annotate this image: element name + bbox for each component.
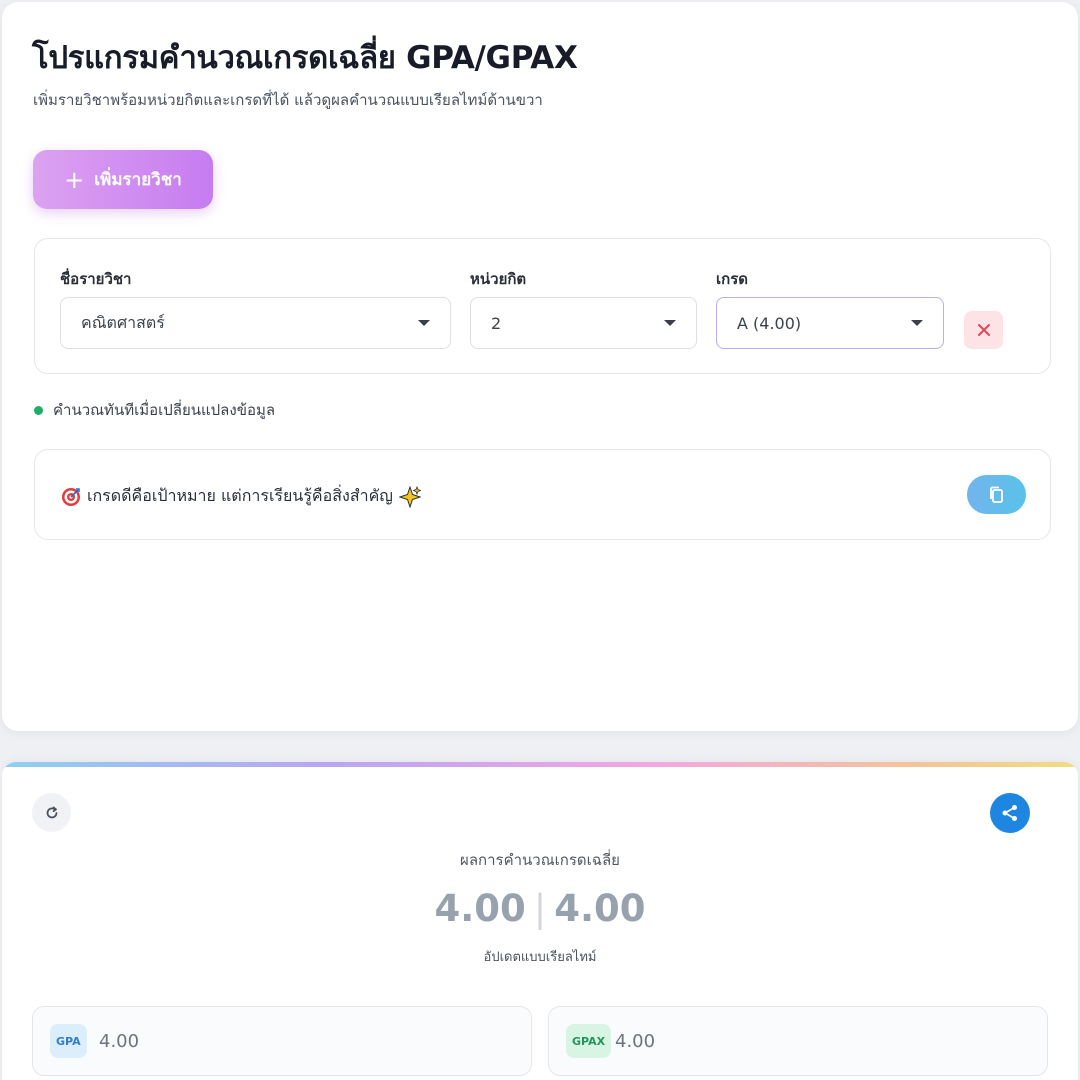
result-subtitle: อัปเดตแบบเรียลไทม์: [483, 950, 597, 965]
grade-value: A (4.00): [737, 313, 802, 333]
page-title: โปรแกรมคำนวณเกรดเฉลี่ย GPA/GPAX: [32, 40, 578, 76]
quote-box: เกรดดีคือเป้าหมาย แต่การเรียนรู้คือสิ่งส…: [34, 449, 1051, 540]
calculator-card: โปรแกรมคำนวณเกรดเฉลี่ย GPA/GPAX เพิ่มราย…: [2, 2, 1078, 731]
gpa-result: 4.00: [434, 887, 526, 930]
target-icon: [62, 487, 80, 506]
credit-select[interactable]: 2: [470, 297, 697, 349]
page-subtitle: เพิ่มรายวิชาพร้อมหน่วยกิตและเกรดที่ได้ แ…: [33, 91, 543, 109]
course-row: ชื่อรายวิชา คณิตศาสตร์ หน่วยกิต 2 เกรด A…: [34, 238, 1051, 374]
result-card: ผลการคำนวณเกรดเฉลี่ย 4.00 | 4.00 อัปเดตแบบ…: [2, 762, 1078, 1080]
gpa-stat: GPA 4.00: [32, 1006, 532, 1076]
result-title: ผลการคำนวณเกรดเฉลี่ย: [460, 851, 620, 869]
gpa-badge: GPA: [50, 1024, 87, 1058]
copy-quote-button[interactable]: [967, 475, 1026, 514]
gpax-badge: GPAX: [566, 1024, 612, 1058]
result-separator: |: [533, 887, 547, 930]
live-hint: คำนวณทันทีเมื่อเปลี่ยนแปลงข้อมูล: [34, 398, 275, 422]
close-icon: [977, 324, 990, 336]
chevron-down-icon: [911, 320, 923, 326]
gradient-bar: [2, 762, 1078, 767]
chevron-down-icon: [664, 320, 676, 326]
course-name-value: คณิตศาสตร์: [81, 312, 165, 332]
delete-course-button[interactable]: [964, 311, 1003, 349]
copy-icon: [989, 486, 1003, 503]
credit-value: 2: [491, 313, 502, 333]
refresh-button[interactable]: [32, 793, 71, 832]
quote-text: เกรดดีคือเป้าหมาย แต่การเรียนรู้คือสิ่งส…: [87, 486, 393, 505]
live-hint-text: คำนวณทันทีเมื่อเปลี่ยนแปลงข้อมูล: [53, 401, 276, 419]
gpa-stat-value: 4.00: [99, 1031, 140, 1052]
live-status-dot: [34, 405, 43, 415]
gpax-result: 4.00: [554, 887, 646, 930]
quote: เกรดดีคือเป้าหมาย แต่การเรียนรู้คือสิ่งส…: [61, 484, 421, 509]
gpax-stat-value: 4.00: [615, 1031, 656, 1052]
sparkle-icon: [398, 485, 421, 508]
add-course-button[interactable]: + เพิ่มรายวิชา: [33, 150, 213, 209]
grade-select[interactable]: A (4.00): [716, 297, 944, 349]
chevron-down-icon: [418, 320, 430, 326]
grade-label: เกรด: [716, 270, 749, 288]
credit-label: หน่วยกิต: [470, 270, 527, 288]
share-button[interactable]: [990, 793, 1030, 833]
add-course-label: เพิ่มรายวิชา: [94, 170, 182, 190]
plus-icon: +: [64, 165, 85, 194]
gpax-stat: GPAX 4.00: [548, 1006, 1048, 1076]
refresh-icon: [46, 806, 57, 818]
course-name-select[interactable]: คณิตศาสตร์: [60, 297, 451, 349]
share-icon: [1002, 805, 1017, 821]
result-values: 4.00 | 4.00: [2, 887, 1078, 930]
course-name-label: ชื่อรายวิชา: [60, 270, 132, 288]
